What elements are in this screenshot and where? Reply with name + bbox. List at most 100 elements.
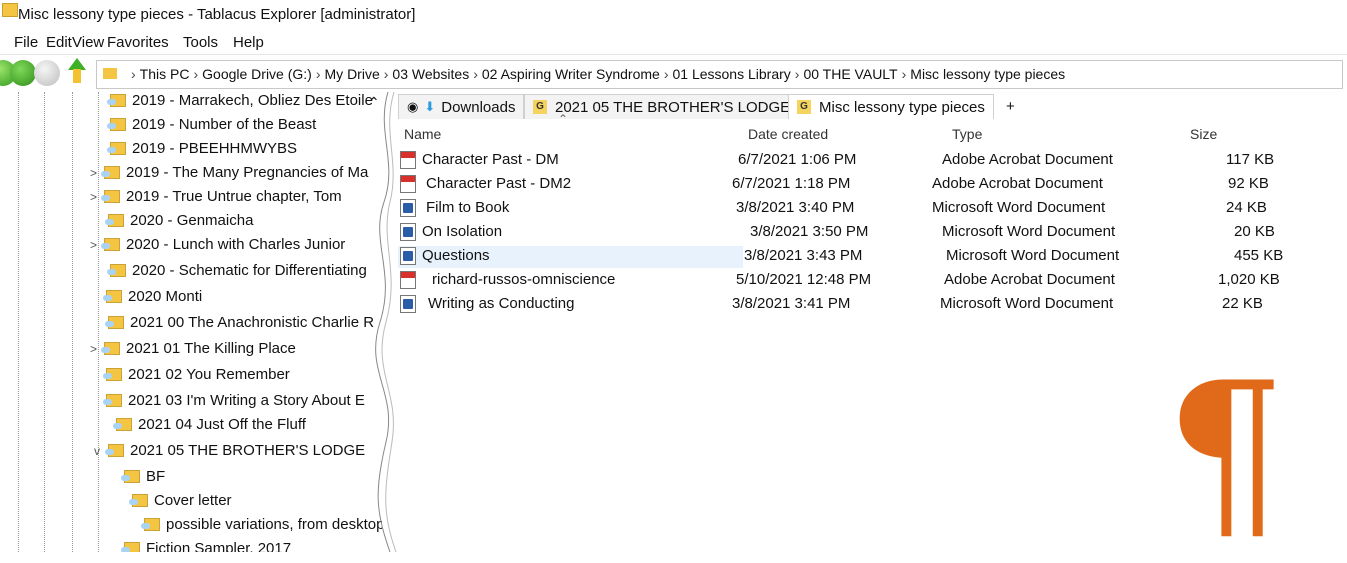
file-name: Character Past - DM <box>422 151 559 168</box>
file-date: 6/7/2021 1:06 PM <box>738 151 857 168</box>
tree-item[interactable]: 2020 - Genmaicha <box>94 212 253 229</box>
tree-item[interactable]: 2021 02 You Remember <box>92 366 290 383</box>
tree-item[interactable]: 2020 Monti <box>92 288 202 305</box>
tab-misc-lessony[interactable]: G Misc lessony type pieces <box>788 94 994 119</box>
folder-tree[interactable]: ⌃ 2019 - Marrakech, Obliez Des Etoile 20… <box>0 92 382 552</box>
crumb-websites[interactable]: 03 Websites <box>392 66 469 82</box>
column-header-type[interactable]: Type <box>952 126 982 142</box>
cloud-folder-icon <box>107 142 126 155</box>
tree-item-label: 2019 - The Many Pregnancies of Ma <box>126 164 369 181</box>
tree-item[interactable]: > 2021 01 The Killing Place <box>90 340 296 357</box>
tree-item[interactable]: 2021 04 Just Off the Fluff <box>102 416 306 433</box>
file-date: 5/10/2021 12:48 PM <box>736 271 872 288</box>
file-size: 117 KB <box>1226 151 1275 168</box>
tree-item[interactable]: 2020 - Schematic for Differentiating <box>96 262 367 279</box>
tree-item[interactable]: 2019 - Marrakech, Obliez Des Etoile <box>96 92 373 109</box>
word-file-icon <box>400 223 416 241</box>
menu-tools[interactable]: Tools <box>183 34 218 51</box>
cloud-folder-icon <box>129 494 148 507</box>
chevron-right-icon[interactable]: › <box>384 66 389 82</box>
column-header-date[interactable]: Date created <box>748 126 828 142</box>
file-size: 1,020 KB <box>1218 271 1280 288</box>
crumb-lessons-library[interactable]: 01 Lessons Library <box>672 66 790 82</box>
file-name: Writing as Conducting <box>428 295 575 312</box>
cloud-folder-icon <box>107 264 126 277</box>
file-row[interactable]: Character Past - DM 6/7/2021 1:06 PM Ado… <box>398 148 1347 170</box>
tree-item[interactable]: > 2019 - True Untrue chapter, Tom <box>90 188 342 205</box>
chevron-right-icon[interactable]: › <box>664 66 669 82</box>
file-type: Microsoft Word Document <box>932 199 1106 216</box>
pane-splitter[interactable] <box>370 92 400 552</box>
menu-help[interactable]: Help <box>233 34 264 51</box>
folder-icon <box>2 3 18 17</box>
file-row[interactable]: On Isolation 3/8/2021 3:50 PM Microsoft … <box>398 220 1347 242</box>
tree-item-label: 2020 - Lunch with Charles Junior <box>126 236 346 253</box>
file-name: richard-russos-omniscience <box>432 271 616 288</box>
menu-file[interactable]: File <box>14 34 38 51</box>
file-name: Film to Book <box>426 199 510 216</box>
file-row[interactable]: Film to Book 3/8/2021 3:40 PM Microsoft … <box>398 196 1347 218</box>
file-date: 3/8/2021 3:43 PM <box>744 247 863 264</box>
file-size: 455 KB <box>1234 247 1284 264</box>
file-size: 92 KB <box>1228 175 1269 192</box>
tree-item[interactable]: 2019 - Number of the Beast <box>96 116 316 133</box>
crumb-the-vault[interactable]: 00 THE VAULT <box>803 66 897 82</box>
new-tab-button[interactable]: + <box>998 94 1023 118</box>
tree-item[interactable]: Cover letter <box>118 492 232 509</box>
back-button[interactable] <box>10 60 36 86</box>
breadcrumb: › This PC › Google Drive (G:) › My Drive… <box>127 66 1065 82</box>
crumb-this-pc[interactable]: This PC <box>140 66 190 82</box>
column-header-name[interactable]: Name <box>404 126 441 142</box>
chevron-right-icon[interactable]: › <box>316 66 321 82</box>
cloud-folder-icon <box>101 190 120 203</box>
up-arrow-icon[interactable] <box>66 58 88 86</box>
tree-item[interactable]: BF <box>110 468 165 485</box>
chevron-right-icon[interactable]: › <box>193 66 198 82</box>
file-row[interactable]: richard-russos-omniscience 5/10/2021 12:… <box>398 268 1347 290</box>
chevron-right-icon[interactable]: › <box>795 66 800 82</box>
tree-item[interactable]: possible variations, from desktop <box>130 516 382 533</box>
file-row[interactable]: Character Past - DM2 6/7/2021 1:18 PM Ad… <box>398 172 1347 194</box>
crumb-google-drive[interactable]: Google Drive (G:) <box>202 66 312 82</box>
file-row-selected[interactable]: Questions 3/8/2021 3:43 PM Microsoft Wor… <box>398 244 1347 268</box>
navigation-bar: › This PC › Google Drive (G:) › My Drive… <box>0 54 1347 92</box>
crumb-aspiring-writer[interactable]: 02 Aspiring Writer Syndrome <box>482 66 660 82</box>
tree-item-label: 2021 01 The Killing Place <box>126 340 296 357</box>
menu-view[interactable]: View <box>72 34 104 51</box>
file-type: Microsoft Word Document <box>946 247 1120 264</box>
tree-item[interactable]: > 2019 - The Many Pregnancies of Ma <box>90 164 368 181</box>
file-type: Microsoft Word Document <box>942 223 1116 240</box>
cloud-folder-icon <box>141 518 160 531</box>
download-arrow-icon: ⬇ <box>424 99 436 114</box>
tree-item[interactable]: > 2020 - Lunch with Charles Junior <box>90 236 345 253</box>
tab-menu-icon[interactable]: ◉ <box>407 99 418 115</box>
crumb-misc-lessony[interactable]: Misc lessony type pieces <box>910 66 1065 82</box>
tree-item[interactable]: 2019 - PBEEHHMWYBS <box>96 140 297 157</box>
file-type: Adobe Acrobat Document <box>932 175 1103 192</box>
menu-edit[interactable]: Edit <box>46 34 72 51</box>
tree-item-label: 2021 04 Just Off the Fluff <box>138 416 306 433</box>
file-type: Adobe Acrobat Document <box>942 151 1113 168</box>
column-header-size[interactable]: Size <box>1190 126 1217 142</box>
tree-item[interactable]: 2021 00 The Anachronistic Charlie R <box>94 314 374 331</box>
file-row[interactable]: Writing as Conducting 3/8/2021 3:41 PM M… <box>398 292 1347 314</box>
pdf-file-icon <box>400 151 416 169</box>
tree-item[interactable]: Fiction Sampler, 2017 <box>110 540 291 552</box>
address-bar[interactable]: › This PC › Google Drive (G:) › My Drive… <box>96 60 1343 89</box>
tree-item[interactable]: 2021 03 I'm Writing a Story About E <box>92 392 365 409</box>
forward-button[interactable] <box>34 60 60 86</box>
menu-favorites[interactable]: Favorites <box>107 34 169 51</box>
tree-item-label: 2021 00 The Anachronistic Charlie R <box>130 314 375 331</box>
tree-item-label: 2019 - Marrakech, Obliez Des Etoile <box>132 92 373 109</box>
file-name: On Isolation <box>422 223 503 240</box>
crumb-my-drive[interactable]: My Drive <box>325 66 380 82</box>
cloud-folder-icon <box>101 342 120 355</box>
cloud-folder-icon <box>121 542 140 552</box>
tree-guide-line <box>72 92 73 552</box>
cloud-folder-icon <box>105 316 124 329</box>
tree-item-brothers-lodge[interactable]: v 2021 05 THE BROTHER'S LODGE <box>94 442 365 459</box>
tab-downloads[interactable]: ◉ ⬇ Downloads <box>398 94 525 119</box>
chevron-right-icon[interactable]: › <box>473 66 478 82</box>
menu-bar: File Edit View Favorites Tools Help <box>0 28 1347 55</box>
chevron-right-icon[interactable]: › <box>902 66 907 82</box>
